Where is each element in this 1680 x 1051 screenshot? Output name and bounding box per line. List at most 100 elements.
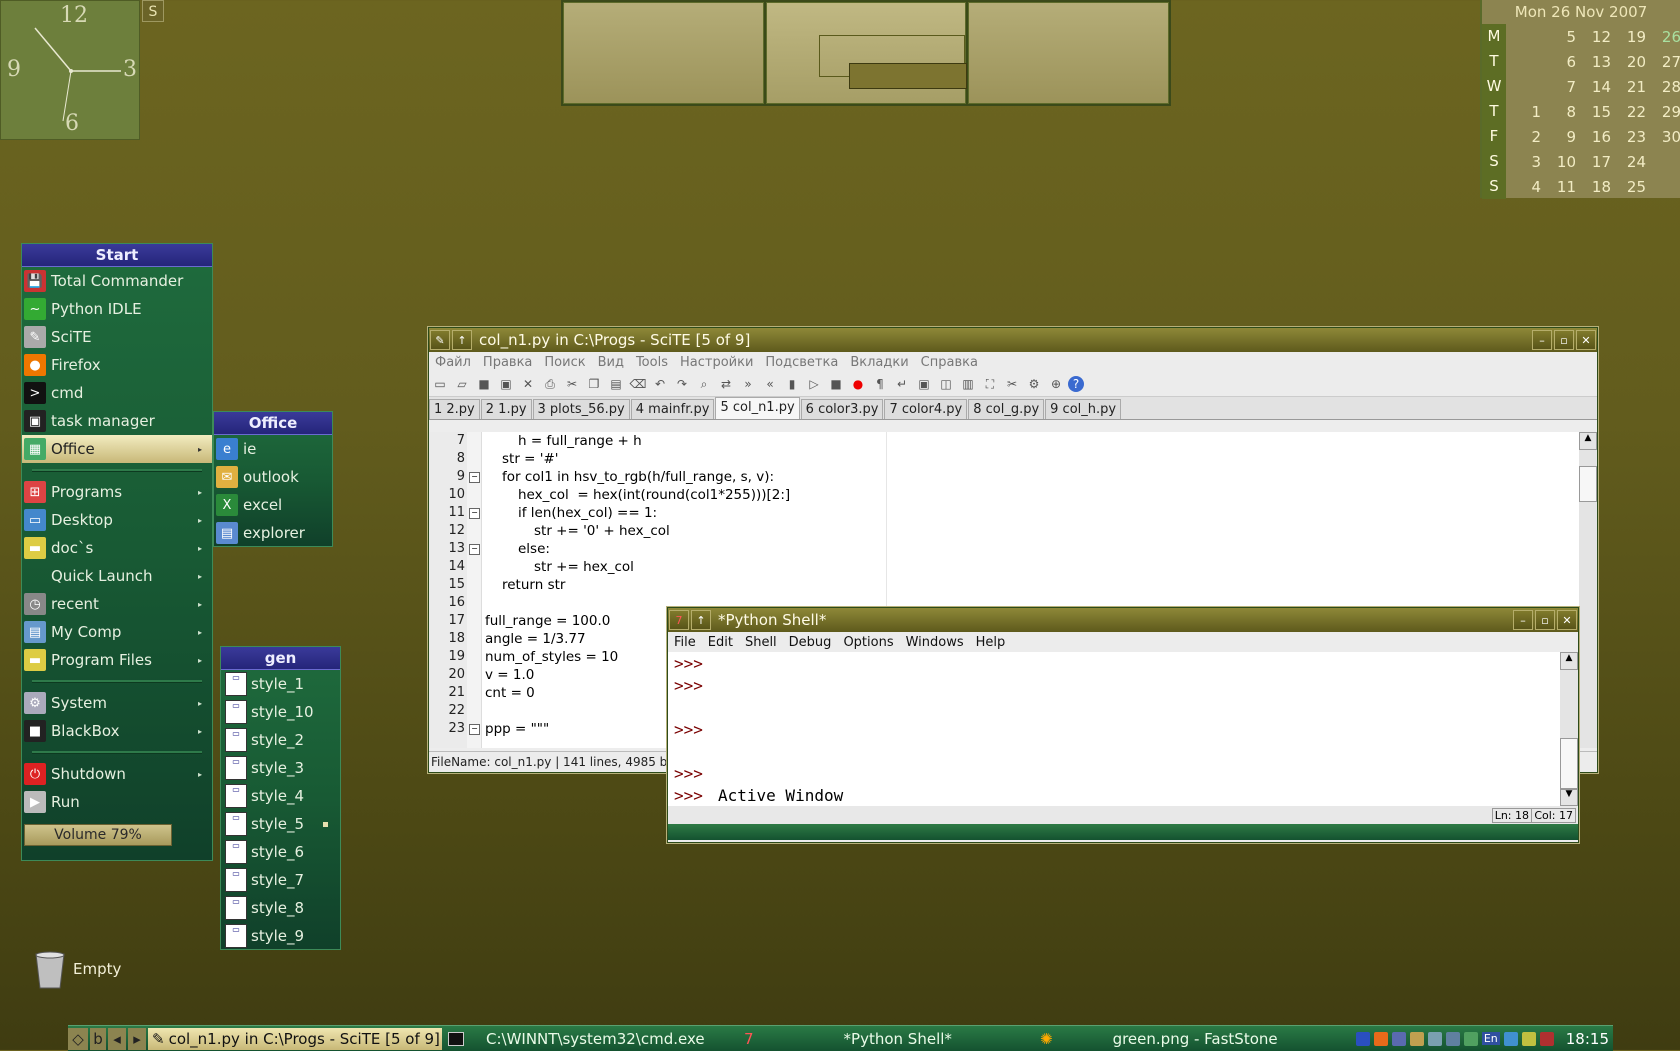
- calendar-day[interactable]: 21: [1611, 78, 1646, 96]
- gen-menu-item[interactable]: ▭ style_7: [221, 866, 340, 894]
- scite-menu-item[interactable]: Поиск: [544, 355, 585, 370]
- calendar-day[interactable]: 27: [1646, 53, 1680, 71]
- gen-menu-item[interactable]: ▭ style_8: [221, 894, 340, 922]
- redo-icon[interactable]: ↷: [672, 375, 692, 393]
- calendar-day[interactable]: 15: [1576, 103, 1611, 121]
- calendar-day[interactable]: 16: [1576, 128, 1611, 146]
- calendar-day[interactable]: 4: [1506, 178, 1541, 196]
- start-menu-item[interactable]: ▦ Office ▸: [22, 435, 212, 463]
- minimize-button[interactable]: –: [1513, 610, 1533, 630]
- stop-icon[interactable]: ■: [826, 375, 846, 393]
- start-menu-item[interactable]: ■ BlackBox ▸: [22, 717, 212, 745]
- pen-tray-icon[interactable]: [1521, 1031, 1536, 1046]
- scroll-up-arrow[interactable]: ▲: [1560, 652, 1578, 670]
- calendar-day[interactable]: 18: [1576, 178, 1611, 196]
- paste-icon[interactable]: ▤: [606, 375, 626, 393]
- fold-toggle-icon[interactable]: −: [469, 508, 480, 519]
- shell-menu-item[interactable]: Shell: [745, 635, 777, 650]
- cut-icon[interactable]: ✂: [562, 375, 582, 393]
- calendar-day[interactable]: 25: [1611, 178, 1646, 196]
- editor-tab[interactable]: 6 color3.py: [800, 399, 884, 419]
- scite-app-icon[interactable]: ✎: [430, 330, 450, 350]
- start-menu-item[interactable]: ▤ My Comp ▸: [22, 618, 212, 646]
- shell-menu-item[interactable]: Options: [843, 635, 893, 650]
- scite-menu-item[interactable]: Вкладки: [850, 355, 908, 370]
- app-tray-icon[interactable]: [1539, 1031, 1554, 1046]
- fold-toggle-icon[interactable]: −: [469, 544, 480, 555]
- calendar-day[interactable]: 9: [1541, 128, 1576, 146]
- start-menu-item[interactable]: ⏻ Shutdown ▸: [22, 760, 212, 788]
- print-icon[interactable]: ⎙: [540, 375, 560, 393]
- save-as-icon[interactable]: ▣: [496, 375, 516, 393]
- fold-toggle-icon[interactable]: −: [469, 724, 480, 735]
- scroll-down-arrow[interactable]: ▼: [1560, 788, 1578, 806]
- start-menu-item[interactable]: ▣ task manager: [22, 407, 212, 435]
- shell-menu-item[interactable]: Help: [976, 635, 1006, 650]
- shell-menu-item[interactable]: Windows: [906, 635, 964, 650]
- maximize-button[interactable]: ▫: [1554, 330, 1574, 350]
- language-indicator[interactable]: En: [1481, 1032, 1500, 1045]
- gen-menu-item[interactable]: ▭ style_10: [221, 698, 340, 726]
- task-button-shell[interactable]: 7 *Python Shell*: [740, 1028, 1034, 1050]
- task-button-scite[interactable]: ✎ col_n1.py in C:\Progs - SciTE [5 of 9]: [148, 1027, 442, 1050]
- calendar-day[interactable]: 6: [1541, 53, 1576, 71]
- replace-icon[interactable]: ⇄: [716, 375, 736, 393]
- copy-icon[interactable]: ❐: [584, 375, 604, 393]
- office-menu-item[interactable]: e ie: [214, 435, 332, 463]
- start-menu-item[interactable]: ✎ SciTE: [22, 323, 212, 351]
- calendar-day[interactable]: 1: [1506, 103, 1541, 121]
- new-icon[interactable]: ▭: [430, 375, 450, 393]
- start-menu-item[interactable]: ● Firefox: [22, 351, 212, 379]
- scite-titlebar[interactable]: ✎ ↑ col_n1.py in C:\Progs - SciTE [5 of …: [429, 328, 1597, 352]
- calendar-day[interactable]: 2: [1506, 128, 1541, 146]
- jump-icon[interactable]: ▮: [782, 375, 802, 393]
- editor-tab[interactable]: 5 col_n1.py: [715, 397, 800, 419]
- clock-time[interactable]: 18:15: [1562, 1030, 1613, 1048]
- calendar-day[interactable]: 19: [1611, 28, 1646, 46]
- maximize-button[interactable]: ▫: [1535, 610, 1555, 630]
- start-menu-item[interactable]: ⚙ System ▸: [22, 689, 212, 717]
- calendar-day[interactable]: 20: [1611, 53, 1646, 71]
- gen-menu-item[interactable]: ▭ style_2: [221, 726, 340, 754]
- start-menu-item[interactable]: ~ Python IDLE: [22, 295, 212, 323]
- app-tray-icon[interactable]: [1409, 1031, 1424, 1046]
- fullscreen-icon[interactable]: ⛶: [980, 375, 1000, 393]
- shell-titlebar[interactable]: 7 ↑ *Python Shell* – ▫ ✕: [668, 608, 1578, 632]
- taskbar-mini-button[interactable]: b: [90, 1027, 106, 1050]
- run-icon[interactable]: ▷: [804, 375, 824, 393]
- scite-vscrollbar[interactable]: ▲: [1579, 432, 1597, 748]
- calendar-day[interactable]: 13: [1576, 53, 1611, 71]
- task-button-cmd[interactable]: C:\WINNT\system32\cmd.exe: [444, 1028, 738, 1050]
- close-button[interactable]: ✕: [1557, 610, 1577, 630]
- shell-vscrollbar[interactable]: ▲ ▼: [1560, 652, 1578, 806]
- task-button-faststone[interactable]: ✺ green.png - FastStone: [1036, 1028, 1330, 1050]
- firefox-tray-icon[interactable]: [1373, 1031, 1388, 1046]
- scite-menu-item[interactable]: Tools: [636, 355, 668, 370]
- tools-icon[interactable]: ✂: [1002, 375, 1022, 393]
- find-icon[interactable]: ⌕: [694, 375, 714, 393]
- taskbar-mini-button[interactable]: ▸: [128, 1027, 146, 1050]
- start-menu-item[interactable]: > cmd: [22, 379, 212, 407]
- scite-menu-item[interactable]: Подсветка: [765, 355, 838, 370]
- start-menu-item[interactable]: ▭ Desktop ▸: [22, 506, 212, 534]
- calendar-day[interactable]: 5: [1541, 28, 1576, 46]
- gen-menu-item[interactable]: ▭ style_5: [221, 810, 340, 838]
- gen-menu-item[interactable]: ▭ style_3: [221, 754, 340, 782]
- find-prev-icon[interactable]: «: [760, 375, 780, 393]
- calendar-day[interactable]: 22: [1611, 103, 1646, 121]
- editor-tab[interactable]: 8 col_g.py: [968, 399, 1045, 419]
- gen-menu-item[interactable]: ▭ style_4: [221, 782, 340, 810]
- find-next-icon[interactable]: »: [738, 375, 758, 393]
- gen-menu-item[interactable]: ▭ style_9: [221, 922, 340, 950]
- editor-tab[interactable]: 2 1.py: [480, 399, 532, 419]
- calendar-day[interactable]: 24: [1611, 153, 1646, 171]
- taskbar-mini-button[interactable]: ◇: [68, 1027, 88, 1050]
- undo-icon[interactable]: ↶: [650, 375, 670, 393]
- start-menu-item[interactable]: ▬ Program Files ▸: [22, 646, 212, 674]
- volume-slider[interactable]: Volume 79%: [24, 824, 172, 846]
- scite-menu-item[interactable]: Справка: [921, 355, 978, 370]
- zoom-icon[interactable]: ⊕: [1046, 375, 1066, 393]
- scite-menu-item[interactable]: Вид: [598, 355, 624, 370]
- s-button[interactable]: S: [142, 0, 164, 22]
- calendar-day[interactable]: 26: [1646, 28, 1680, 46]
